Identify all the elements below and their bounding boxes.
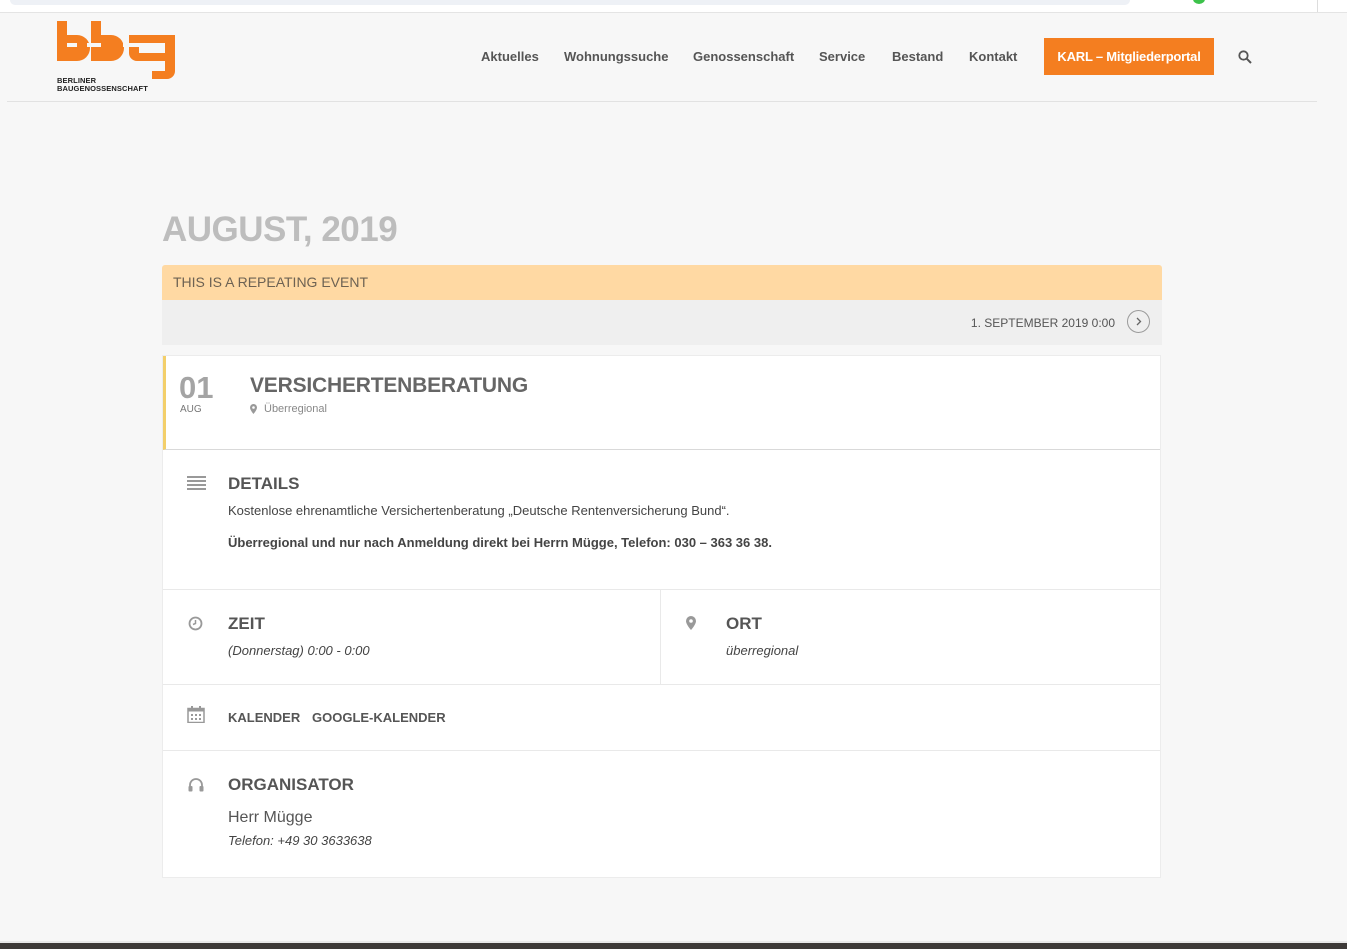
next-event-date[interactable]: 1. SEPTEMBER 2019 0:00 <box>971 316 1115 330</box>
nav-wohnungssuche[interactable]: Wohnungssuche <box>564 49 668 64</box>
details-registration-note: Überregional und nur nach Anmeldung dire… <box>228 535 772 550</box>
map-pin-icon <box>686 616 696 630</box>
zeit-title: ZEIT <box>228 614 265 633</box>
site-header: BERLINER BAUGENOSSENSCHAFT Aktuelles Woh… <box>7 13 1317 102</box>
divider <box>163 589 1160 590</box>
divider <box>660 590 661 685</box>
search-icon[interactable] <box>1238 50 1252 64</box>
kalender-link[interactable]: KALENDER <box>228 710 300 725</box>
bbg-logo-icon <box>57 21 175 79</box>
event-location: Überregional <box>250 403 327 415</box>
repeating-event-banner: THIS IS A REPEATING EVENT <box>162 265 1162 300</box>
nav-genossenschaft[interactable]: Genossenschaft <box>693 49 794 64</box>
browser-top-strip <box>0 0 1347 13</box>
bbg-logo[interactable]: BERLINER BAUGENOSSENSCHAFT <box>57 21 182 96</box>
list-icon <box>187 476 206 490</box>
ort-value: überregional <box>726 643 799 658</box>
organisator-name: Herr Mügge <box>228 809 313 826</box>
organisator-phone: Telefon: +49 30 3633638 <box>228 833 372 848</box>
next-event-bar: 1. SEPTEMBER 2019 0:00 <box>162 300 1162 345</box>
organisator-title: ORGANISATOR <box>228 775 354 794</box>
divider <box>1317 0 1318 12</box>
calendar-icon <box>187 706 205 723</box>
event-day: 01 <box>179 370 214 405</box>
nav-aktuelles[interactable]: Aktuelles <box>481 49 539 64</box>
nav-bestand[interactable]: Bestand <box>892 49 943 64</box>
logo-text-line-2: BAUGENOSSENSCHAFT <box>57 84 148 93</box>
event-header: 01 AUG VERSICHERTENBERATUNG Überregional <box>163 356 1160 450</box>
event-month: AUG <box>180 404 202 415</box>
event-card: 01 AUG VERSICHERTENBERATUNG Überregional… <box>162 355 1161 878</box>
map-pin-icon <box>250 404 257 414</box>
headset-icon <box>188 778 204 792</box>
status-dot-icon <box>1193 0 1205 4</box>
details-description: Kostenlose ehrenamtliche Versichertenber… <box>228 503 730 518</box>
event-location-label: Überregional <box>264 403 327 415</box>
clock-icon <box>188 616 203 631</box>
next-event-button[interactable] <box>1127 310 1150 333</box>
zeit-value: (Donnerstag) 0:00 - 0:00 <box>228 643 370 658</box>
nav-service[interactable]: Service <box>819 49 865 64</box>
ort-title: ORT <box>726 614 762 633</box>
nav-kontakt[interactable]: Kontakt <box>969 49 1017 64</box>
event-title: VERSICHERTENBERATUNG <box>250 374 528 397</box>
month-title: AUGUST, 2019 <box>162 210 398 249</box>
details-title: DETAILS <box>228 474 300 493</box>
divider <box>163 684 1160 685</box>
address-bar-edge <box>10 0 1130 5</box>
divider <box>163 750 1160 751</box>
google-kalender-link[interactable]: GOOGLE-KALENDER <box>312 710 446 725</box>
chevron-right-icon <box>1136 317 1142 326</box>
footer-bar <box>0 943 1347 949</box>
karl-portal-button[interactable]: KARL – Mitgliederportal <box>1044 38 1214 75</box>
